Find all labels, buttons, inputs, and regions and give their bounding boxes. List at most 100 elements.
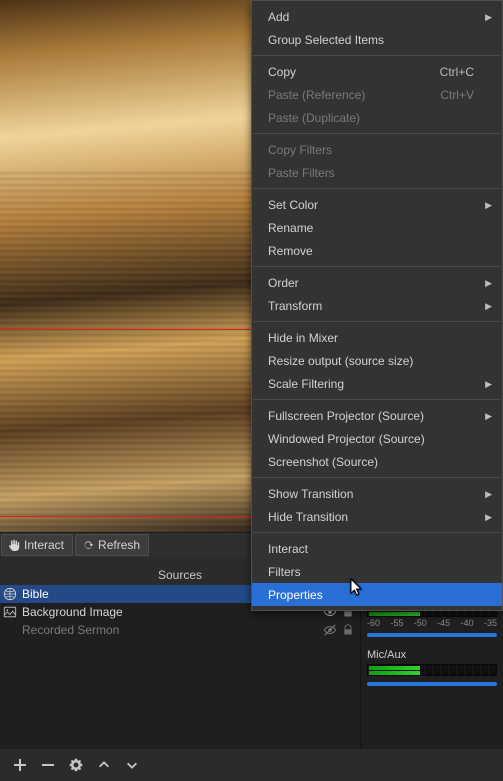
globe-icon [2, 586, 18, 602]
menu-item-order[interactable]: Order ▶ [252, 271, 502, 294]
menu-item-label: Copy Filters [268, 143, 474, 157]
menu-item-label: Hide in Mixer [268, 331, 474, 345]
menu-item-fullscreen-projector-source[interactable]: Fullscreen Projector (Source) ▶ [252, 404, 502, 427]
gear-icon [68, 757, 84, 773]
image-icon [2, 604, 18, 620]
eye-off-icon[interactable] [322, 622, 338, 638]
menu-item-set-color[interactable]: Set Color ▶ [252, 193, 502, 216]
menu-item-transform[interactable]: Transform ▶ [252, 294, 502, 317]
menu-separator [253, 55, 501, 56]
mixer-channel-label: Mic/Aux [367, 649, 497, 661]
menu-item-label: Fullscreen Projector (Source) [268, 409, 474, 423]
chevron-right-icon: ▶ [485, 512, 492, 523]
menu-item-label: Show Transition [268, 487, 474, 501]
menu-item-label: Order [268, 276, 474, 290]
menu-item-label: Add [268, 10, 474, 24]
menu-item-label: Paste (Duplicate) [268, 111, 474, 125]
menu-item-label: Hide Transition [268, 510, 474, 524]
source-row-recorded-sermon[interactable]: Recorded Sermon [0, 621, 360, 639]
remove-source-button[interactable] [34, 751, 62, 779]
menu-item-shortcut: Ctrl+C [440, 65, 474, 79]
interact-button-label: Interact [24, 538, 64, 552]
menu-item-label: Filters [268, 565, 474, 579]
source-name: Recorded Sermon [22, 623, 322, 637]
menu-item-resize-output-source-size[interactable]: Resize output (source size) [252, 349, 502, 372]
menu-item-label: Screenshot (Source) [268, 455, 474, 469]
refresh-button-label: Refresh [98, 538, 140, 552]
menu-item-label: Remove [268, 244, 474, 258]
menu-item-label: Copy [268, 65, 430, 79]
menu-separator [253, 133, 501, 134]
menu-separator [253, 321, 501, 322]
menu-item-label: Set Color [268, 198, 474, 212]
menu-item-show-transition[interactable]: Show Transition ▶ [252, 482, 502, 505]
menu-separator [253, 188, 501, 189]
chevron-right-icon: ▶ [485, 379, 492, 390]
menu-item-add[interactable]: Add ▶ [252, 5, 502, 28]
menu-separator [253, 532, 501, 533]
volume-slider[interactable] [367, 682, 497, 686]
menu-item-label: Paste (Reference) [268, 88, 430, 102]
refresh-icon [82, 539, 94, 551]
menu-item-shortcut: Ctrl+V [440, 88, 474, 102]
menu-separator [253, 266, 501, 267]
menu-item-paste-reference: Paste (Reference) Ctrl+V [252, 83, 502, 106]
menu-item-remove[interactable]: Remove [252, 239, 502, 262]
menu-separator [253, 477, 501, 478]
audio-meter [367, 664, 497, 676]
chevron-right-icon: ▶ [485, 411, 492, 422]
blank-icon [2, 622, 18, 638]
chevron-right-icon: ▶ [485, 12, 492, 23]
menu-item-scale-filtering[interactable]: Scale Filtering ▶ [252, 372, 502, 395]
chevron-up-icon [97, 758, 111, 772]
preview-area[interactable] [0, 0, 251, 532]
preview-toolbar: Interact Refresh [0, 532, 251, 557]
menu-item-copy[interactable]: Copy Ctrl+C [252, 60, 502, 83]
chevron-down-icon [125, 758, 139, 772]
interact-button[interactable]: Interact [1, 534, 73, 556]
move-up-button[interactable] [90, 751, 118, 779]
source-context-menu[interactable]: Add ▶ Group Selected Items Copy Ctrl+C Paste … [251, 0, 503, 611]
menu-item-paste-filters: Paste Filters [252, 161, 502, 184]
plus-icon [12, 757, 28, 773]
menu-separator [253, 399, 501, 400]
menu-item-label: Resize output (source size) [268, 354, 474, 368]
chevron-right-icon: ▶ [485, 200, 492, 211]
menu-item-hide-in-mixer[interactable]: Hide in Mixer [252, 326, 502, 349]
menu-item-label: Rename [268, 221, 474, 235]
menu-item-interact[interactable]: Interact [252, 537, 502, 560]
lock-icon[interactable] [340, 622, 356, 638]
refresh-button[interactable]: Refresh [75, 534, 149, 556]
menu-item-group-selected-items[interactable]: Group Selected Items [252, 28, 502, 51]
guide-line [0, 329, 251, 330]
menu-item-windowed-projector-source[interactable]: Windowed Projector (Source) [252, 427, 502, 450]
menu-item-copy-filters: Copy Filters [252, 138, 502, 161]
meter-ticks: -60 -55 -50 -45 -40 -35 [367, 618, 497, 628]
chevron-right-icon: ▶ [485, 278, 492, 289]
selection-border [0, 516, 251, 517]
chevron-right-icon: ▶ [485, 301, 492, 312]
mixer-channel-mic-aux[interactable]: Mic/Aux [367, 649, 497, 686]
menu-item-hide-transition[interactable]: Hide Transition ▶ [252, 505, 502, 528]
sources-bottom-toolbar [0, 748, 503, 781]
menu-item-rename[interactable]: Rename [252, 216, 502, 239]
source-settings-button[interactable] [62, 751, 90, 779]
menu-item-label: Interact [268, 542, 474, 556]
menu-item-label: Properties [268, 588, 474, 602]
add-source-button[interactable] [6, 751, 34, 779]
menu-item-label: Scale Filtering [268, 377, 474, 391]
menu-item-properties[interactable]: Properties [252, 583, 502, 606]
chevron-right-icon: ▶ [485, 489, 492, 500]
hand-icon [8, 539, 20, 551]
menu-item-label: Paste Filters [268, 166, 474, 180]
menu-item-label: Group Selected Items [268, 33, 474, 47]
menu-item-label: Transform [268, 299, 474, 313]
menu-item-paste-duplicate: Paste (Duplicate) [252, 106, 502, 129]
menu-item-label: Windowed Projector (Source) [268, 432, 474, 446]
move-down-button[interactable] [118, 751, 146, 779]
menu-item-filters[interactable]: Filters [252, 560, 502, 583]
preview-reflection [0, 170, 251, 532]
minus-icon [40, 757, 56, 773]
menu-item-screenshot-source[interactable]: Screenshot (Source) [252, 450, 502, 473]
volume-slider[interactable] [367, 633, 497, 637]
